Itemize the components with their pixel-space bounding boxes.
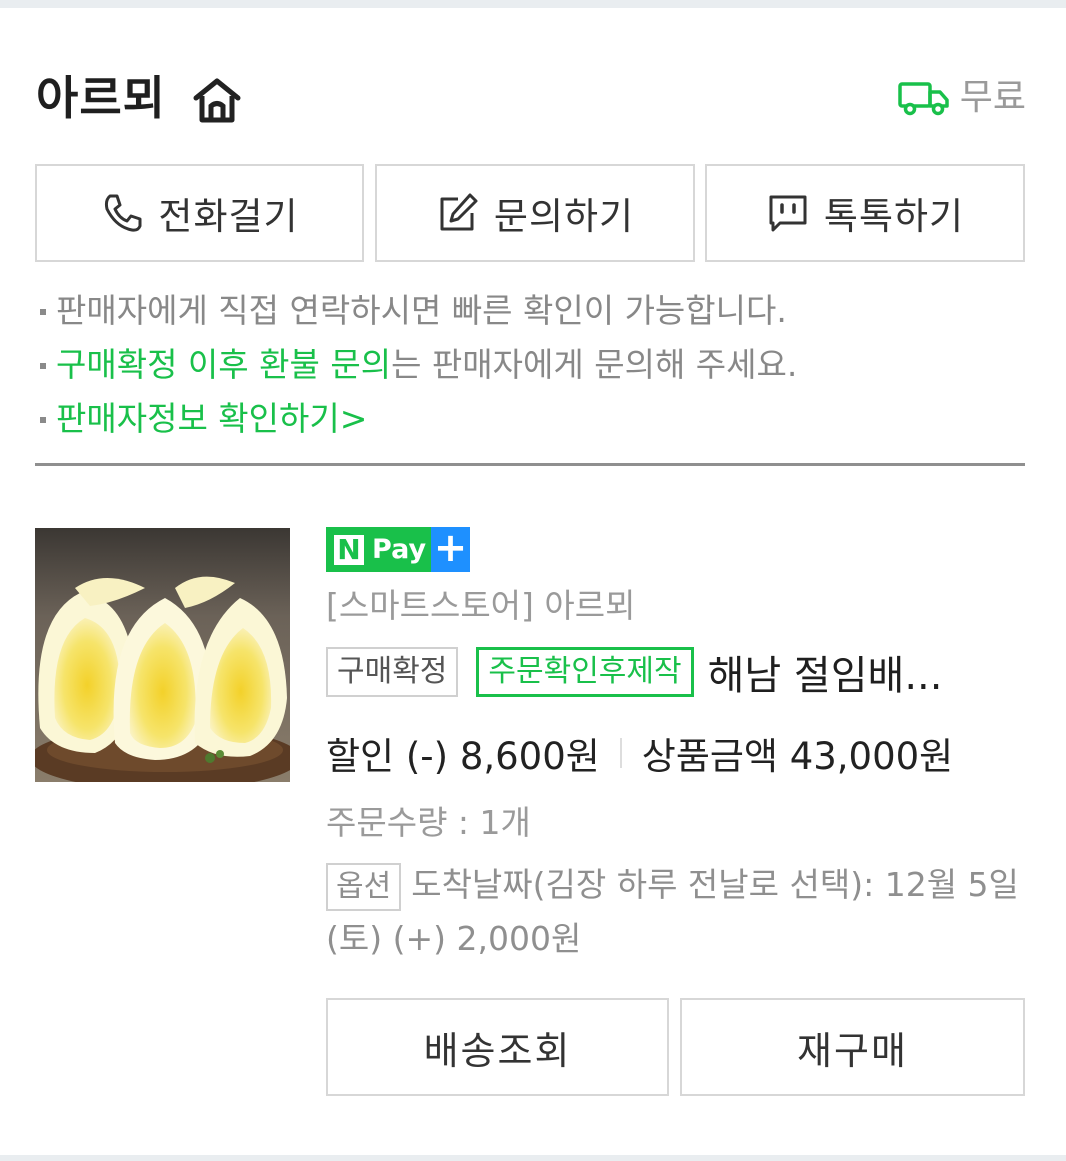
bullet bbox=[40, 363, 46, 369]
product-title-row: 구매확정 주문확인후제작 해남 절임배... bbox=[326, 645, 1026, 699]
option-text: 도착날짜(김장 하루 전날로 선택): 12월 5일(토) (+) 2,000원 bbox=[326, 865, 1019, 958]
made-to-order-badge: 주문확인후제작 bbox=[476, 647, 694, 697]
truck-icon bbox=[898, 82, 949, 116]
inquiry-button-label: 문의하기 bbox=[493, 195, 635, 238]
price-divider bbox=[619, 738, 622, 768]
chevron-right-icon[interactable]: > bbox=[340, 399, 368, 438]
npay-plus-mark: + bbox=[431, 527, 470, 572]
refund-inquiry-link[interactable]: 구매확정 이후 환불 문의 bbox=[56, 345, 391, 384]
note-refund: 구매확정 이후 환불 문의는 판매자에게 문의해 주세요. bbox=[36, 338, 1026, 392]
home-icon[interactable] bbox=[192, 76, 242, 124]
product-amount: 상품금액 43,000원 bbox=[641, 735, 954, 778]
shipping-info: 무료 bbox=[898, 66, 1026, 130]
talktalk-button-label: 톡톡하기 bbox=[823, 195, 965, 238]
note-text: 는 판매자에게 문의해 주세요. bbox=[391, 345, 798, 384]
npay-logo: N Pay bbox=[326, 527, 431, 572]
npay-pay-text: Pay bbox=[372, 534, 427, 565]
seller-notes: 판매자에게 직접 연락하시면 빠른 확인이 가능합니다. 구매확정 이후 환불 … bbox=[36, 284, 1026, 446]
product-title[interactable]: 해남 절임배... bbox=[708, 643, 968, 701]
shipping-fee-label: 무료 bbox=[959, 77, 1026, 118]
npay-plus-badge: N Pay + bbox=[326, 527, 470, 572]
product-thumbnail[interactable] bbox=[35, 528, 290, 782]
store-name[interactable]: 아르뫼 bbox=[36, 66, 166, 130]
track-delivery-button[interactable]: 배송조회 bbox=[326, 998, 669, 1096]
inquiry-button[interactable]: 문의하기 bbox=[375, 164, 695, 262]
call-button[interactable]: 전화걸기 bbox=[35, 164, 364, 262]
talktalk-button[interactable]: 톡톡하기 bbox=[705, 164, 1025, 262]
rebuy-button[interactable]: 재구매 bbox=[680, 998, 1025, 1096]
npay-n-mark: N bbox=[334, 534, 364, 565]
bottom-separator bbox=[0, 1155, 1066, 1161]
call-button-label: 전화걸기 bbox=[158, 195, 299, 238]
store-header: 아르뫼 무료 bbox=[36, 66, 1026, 130]
edit-icon bbox=[440, 193, 478, 231]
top-separator bbox=[0, 0, 1066, 8]
note-text: 판매자에게 직접 연락하시면 빠른 확인이 가능합니다. bbox=[56, 291, 787, 330]
discount-amount: 할인 (-) 8,600원 bbox=[326, 735, 600, 778]
note-contact-seller: 판매자에게 직접 연락하시면 빠른 확인이 가능합니다. bbox=[36, 284, 1026, 338]
seller-info-link[interactable]: 판매자정보 확인하기 bbox=[56, 399, 340, 438]
order-option: 옵션 도착날짜(김장 하루 전날로 선택): 12월 5일(토) (+) 2,00… bbox=[326, 858, 1026, 966]
phone-icon bbox=[105, 194, 142, 232]
bullet bbox=[40, 309, 46, 315]
option-badge: 옵션 bbox=[326, 862, 402, 911]
note-seller-info: 판매자정보 확인하기> bbox=[36, 392, 1026, 446]
section-divider bbox=[35, 463, 1025, 466]
chat-icon bbox=[769, 195, 807, 232]
price-row: 할인 (-) 8,600원 상품금액 43,000원 bbox=[326, 726, 953, 780]
bullet bbox=[40, 417, 46, 423]
product-store-name[interactable]: [스마트스토어] 아르뫼 bbox=[326, 583, 635, 629]
purchase-status-badge: 구매확정 bbox=[326, 647, 459, 697]
cabbage-image bbox=[35, 528, 290, 782]
order-quantity: 주문수량 : 1개 bbox=[326, 803, 531, 842]
contact-buttons: 전화걸기 문의하기 톡톡하기 bbox=[35, 164, 1025, 262]
